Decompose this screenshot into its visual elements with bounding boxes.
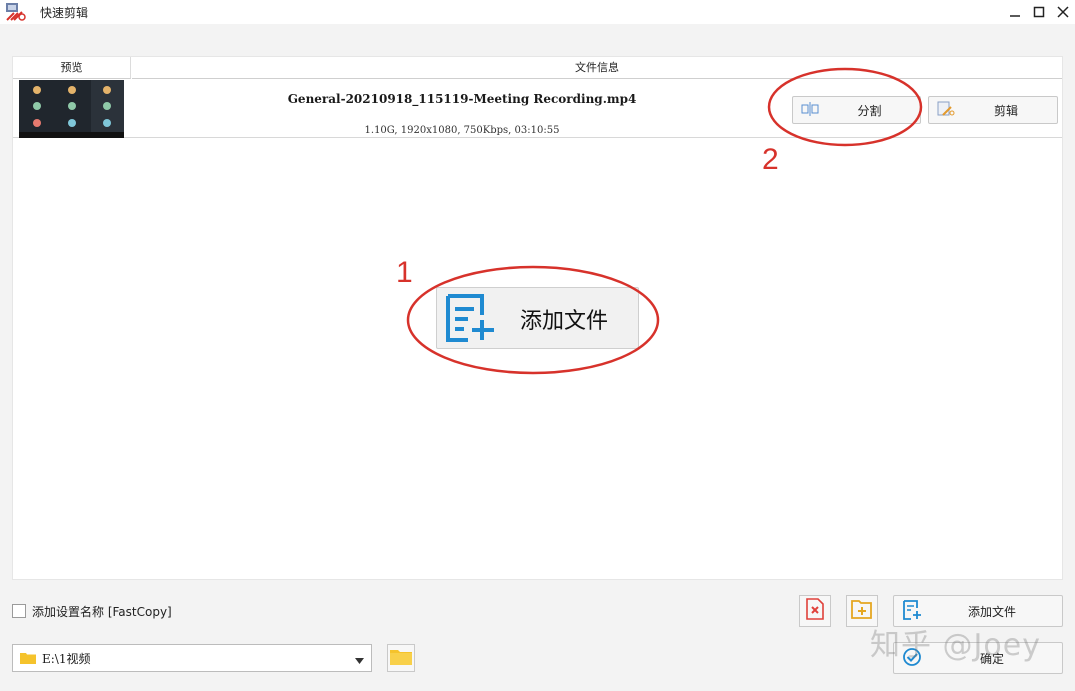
add-file-button-label: 添加文件: [967, 604, 1016, 619]
delete-file-button[interactable]: [799, 595, 831, 627]
folder-icon: [20, 649, 36, 668]
watermark: 知乎 @Joey: [870, 628, 1041, 663]
annotation-circle-split: [767, 67, 923, 147]
annotation-circles: [406, 67, 923, 375]
annotation-mark-1: 1: [396, 256, 413, 289]
browse-folder-button[interactable]: [387, 644, 415, 672]
chevron-down-icon: [355, 649, 364, 668]
output-path-select[interactable]: E:\1视频: [12, 644, 372, 672]
add-name-checkbox[interactable]: [12, 604, 26, 618]
annotation-circle-add: [406, 265, 660, 375]
add-name-label: 添加设置名称 [FastCopy]: [32, 605, 172, 619]
output-path-value: E:\1视频: [42, 651, 91, 666]
annotation-mark-2: 2: [762, 143, 779, 176]
folder-open-icon: [390, 647, 412, 669]
delete-file-icon: [805, 598, 825, 624]
